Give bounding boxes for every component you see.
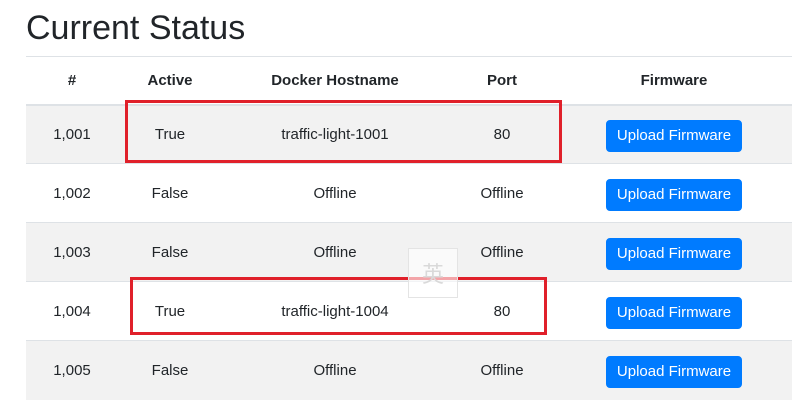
cell-id: 1,004 xyxy=(26,281,118,341)
cell-active: False xyxy=(118,340,222,400)
cell-id: 1,003 xyxy=(26,222,118,282)
upload-firmware-button[interactable]: Upload Firmware xyxy=(605,119,743,152)
cell-port: Offline xyxy=(448,163,556,223)
table-row: 1,002 False Offline Offline Upload Firmw… xyxy=(26,163,792,223)
upload-firmware-button[interactable]: Upload Firmware xyxy=(605,178,743,211)
header-port: Port xyxy=(448,56,556,106)
cell-firmware: Upload Firmware xyxy=(556,222,792,282)
table-row: 1,001 True traffic-light-1001 80 Upload … xyxy=(26,104,792,164)
header-firmware: Firmware xyxy=(556,56,792,106)
cell-id: 1,001 xyxy=(26,104,118,164)
cell-hostname: Offline xyxy=(222,340,448,400)
cell-hostname: Offline xyxy=(222,163,448,223)
status-table: # Active Docker Hostname Port Firmware 1… xyxy=(26,56,792,400)
cell-id: 1,002 xyxy=(26,163,118,223)
cell-active: True xyxy=(118,104,222,164)
cell-port: Offline xyxy=(448,340,556,400)
upload-firmware-button[interactable]: Upload Firmware xyxy=(605,237,743,270)
cell-port: 80 xyxy=(448,281,556,341)
cell-firmware: Upload Firmware xyxy=(556,281,792,341)
ime-language-indicator: 英 xyxy=(408,248,458,298)
page-title: Current Status xyxy=(26,9,246,47)
table-row: 1,005 False Offline Offline Upload Firmw… xyxy=(26,340,792,400)
upload-firmware-button[interactable]: Upload Firmware xyxy=(605,355,743,388)
cell-active: False xyxy=(118,222,222,282)
cell-active: True xyxy=(118,281,222,341)
cell-firmware: Upload Firmware xyxy=(556,104,792,164)
cell-id: 1,005 xyxy=(26,340,118,400)
table-header-row: # Active Docker Hostname Port Firmware xyxy=(26,56,792,106)
header-active: Active xyxy=(118,56,222,106)
header-hostname: Docker Hostname xyxy=(222,56,448,106)
cell-port: Offline xyxy=(448,222,556,282)
cell-firmware: Upload Firmware xyxy=(556,163,792,223)
upload-firmware-button[interactable]: Upload Firmware xyxy=(605,296,743,329)
header-id: # xyxy=(26,56,118,106)
cell-hostname: traffic-light-1001 xyxy=(222,104,448,164)
cell-port: 80 xyxy=(448,104,556,164)
cell-firmware: Upload Firmware xyxy=(556,340,792,400)
cell-active: False xyxy=(118,163,222,223)
